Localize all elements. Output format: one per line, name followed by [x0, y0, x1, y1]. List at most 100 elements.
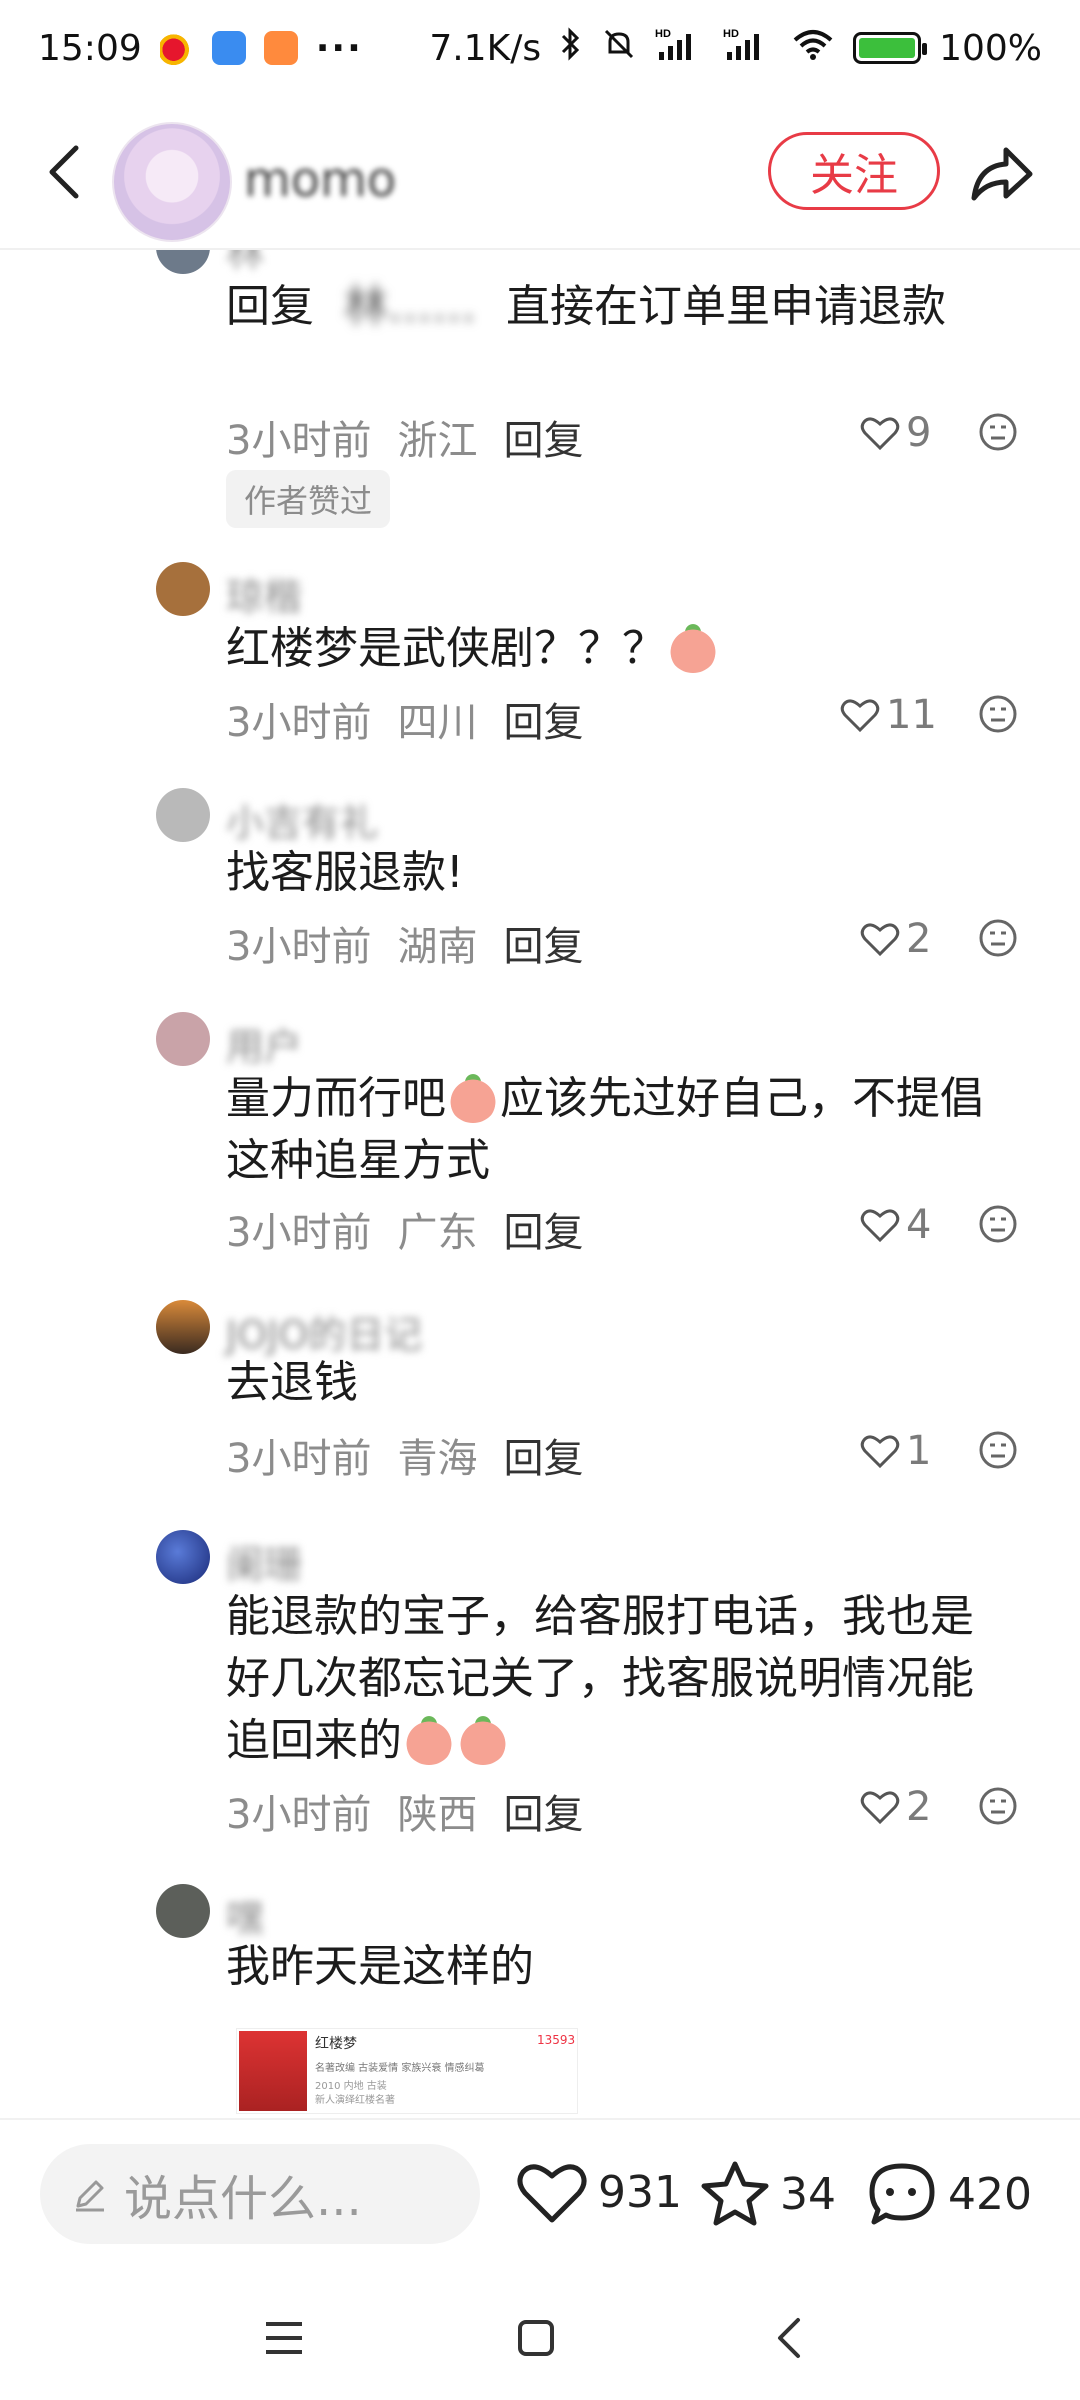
like-button[interactable]: 2: [860, 916, 931, 962]
attachment-year: 2010 内地 古装: [315, 2081, 387, 2092]
reply-button[interactable]: 回复: [503, 1200, 583, 1258]
comment-placeholder: 说点什么...: [124, 2171, 362, 2227]
comment-avatar[interactable]: [156, 562, 210, 616]
app-orange-icon: [263, 31, 298, 65]
reply-button[interactable]: 回复: [503, 1426, 583, 1484]
post-like-count: 931: [598, 2166, 682, 2218]
reply-target[interactable]: 林……: [344, 281, 476, 332]
author-liked-badge: 作者赞过: [226, 470, 391, 528]
attachment-desc: 新人演绎红楼名著: [315, 2095, 395, 2106]
dislike-icon[interactable]: [978, 1430, 1018, 1470]
bluetooth-icon: [559, 26, 583, 71]
comment-time: 3小时前: [226, 418, 372, 464]
follow-button[interactable]: 关注: [768, 132, 940, 210]
system-navigation-bar: [0, 2270, 1080, 2400]
comment-author[interactable]: 嘿: [226, 1888, 264, 1943]
comment-author[interactable]: JOJO的日记: [226, 1304, 422, 1359]
comment-time: 3小时前: [226, 700, 372, 746]
heart-icon: [517, 2164, 587, 2223]
reply-button[interactable]: 回复: [503, 1782, 583, 1840]
like-button[interactable]: 9: [860, 410, 931, 456]
comment-meta: 3小时前 陕西 回复: [226, 1782, 583, 1840]
comment-text: 红楼梦是武侠剧？？？: [226, 618, 1026, 680]
signal-hd-icon: HD: [723, 26, 773, 71]
like-count: 2: [906, 1784, 932, 1830]
like-count: 4: [906, 1202, 932, 1248]
comment-location: 陕西: [397, 1792, 478, 1838]
comment-meta: 3小时前 广东 回复: [226, 1200, 583, 1258]
comment-text: 找客服退款!: [226, 847, 464, 898]
dislike-icon[interactable]: [978, 694, 1018, 734]
comment-avatar[interactable]: [156, 250, 210, 274]
dislike-icon[interactable]: [978, 412, 1018, 452]
comment-location: 青海: [397, 1436, 478, 1482]
comment-meta: 3小时前 湖南 回复: [226, 914, 583, 972]
like-button[interactable]: 4: [860, 1202, 931, 1248]
post-comment-count: 420: [948, 2168, 1032, 2220]
comment-text: 回复 林…… 直接在订单里申请退款: [226, 276, 1026, 338]
comment-meta: 3小时前 青海 回复: [226, 1426, 583, 1484]
weibo-icon: [159, 31, 194, 65]
author-avatar[interactable]: [112, 122, 232, 242]
like-count: 1: [906, 1428, 932, 1474]
reply-button[interactable]: 回复: [503, 914, 583, 972]
pray-emoji-icon: [404, 1715, 454, 1765]
back-icon[interactable]: [34, 142, 94, 202]
post-like-button[interactable]: 931: [516, 2160, 682, 2224]
comment-text: 能退款的宝子，给客服打电话，我也是好几次都忘记关了，找客服说明情况能追回来的: [226, 1586, 1016, 1772]
heart-icon: [860, 1435, 900, 1469]
reply-button[interactable]: 回复: [503, 408, 583, 466]
comment-author[interactable]: 林: [226, 250, 264, 277]
reply-button[interactable]: 回复: [503, 690, 583, 748]
network-speed: 7.1K/s: [429, 27, 542, 69]
comment-author[interactable]: 琼楷: [226, 566, 302, 621]
comment-time: 3小时前: [226, 1436, 372, 1482]
comment-author[interactable]: 阑珊: [226, 1534, 302, 1589]
heart-icon: [860, 923, 900, 957]
bottom-action-bar: 说点什么... 931 34 420: [0, 2118, 1080, 2270]
dislike-icon[interactable]: [978, 1204, 1018, 1244]
comment-author[interactable]: 小吉有礼: [226, 792, 378, 847]
heart-icon: [860, 1791, 900, 1825]
comment-avatar[interactable]: [156, 1300, 210, 1354]
home-icon[interactable]: [506, 2308, 566, 2368]
mute-icon: [601, 26, 637, 71]
back-nav-icon[interactable]: [760, 2308, 820, 2368]
comment-list[interactable]: 林 回复 林…… 直接在订单里申请退款 3小时前 浙江 回复 9 作者赞过 琼楷…: [0, 250, 1080, 2118]
menu-icon[interactable]: [254, 2308, 314, 2368]
comment-input[interactable]: 说点什么...: [40, 2144, 480, 2244]
post-comment-button[interactable]: 420: [866, 2160, 1032, 2228]
comment-avatar[interactable]: [156, 1012, 210, 1066]
dislike-icon[interactable]: [978, 918, 1018, 958]
comment-location: 浙江: [397, 418, 478, 464]
comment-image[interactable]: 红楼梦 13593 名著改编 古装爱情 家族兴衰 情感纠葛 2010 内地 古装…: [236, 2028, 578, 2114]
comment-bubble-icon: [869, 2163, 935, 2225]
heart-icon: [860, 1209, 900, 1243]
dislike-icon[interactable]: [978, 1786, 1018, 1826]
comment-time: 3小时前: [226, 1210, 372, 1256]
post-favorite-button[interactable]: 34: [700, 2160, 836, 2228]
comment-author[interactable]: 用户: [226, 1016, 302, 1071]
comment-avatar[interactable]: [156, 1884, 210, 1938]
comment-avatar[interactable]: [156, 1530, 210, 1584]
comment-location: 湖南: [397, 924, 478, 970]
share-icon[interactable]: [966, 140, 1036, 210]
battery-icon: [853, 32, 928, 64]
more-notifications: ···: [315, 27, 363, 69]
like-button[interactable]: 2: [860, 1784, 931, 1830]
comment-avatar[interactable]: [156, 788, 210, 842]
pencil-icon: [76, 2180, 104, 2212]
author-nickname[interactable]: momo: [244, 152, 396, 208]
post-favorite-count: 34: [780, 2168, 836, 2220]
comment-time: 3小时前: [226, 924, 372, 970]
like-count: 9: [906, 410, 932, 456]
clock: 15:09: [38, 27, 142, 69]
reply-prefix: 回复: [226, 281, 314, 332]
like-button[interactable]: 11: [840, 692, 937, 738]
attachment-tags: 名著改编 古装爱情 家族兴衰 情感纠葛: [315, 2063, 485, 2074]
comment-text-part: 量力而行吧: [226, 1073, 446, 1124]
like-button[interactable]: 1: [860, 1428, 931, 1474]
svg-text:HD: HD: [655, 28, 671, 40]
attachment-title: 红楼梦: [315, 2036, 357, 2052]
battery-percent: 100%: [939, 27, 1042, 69]
